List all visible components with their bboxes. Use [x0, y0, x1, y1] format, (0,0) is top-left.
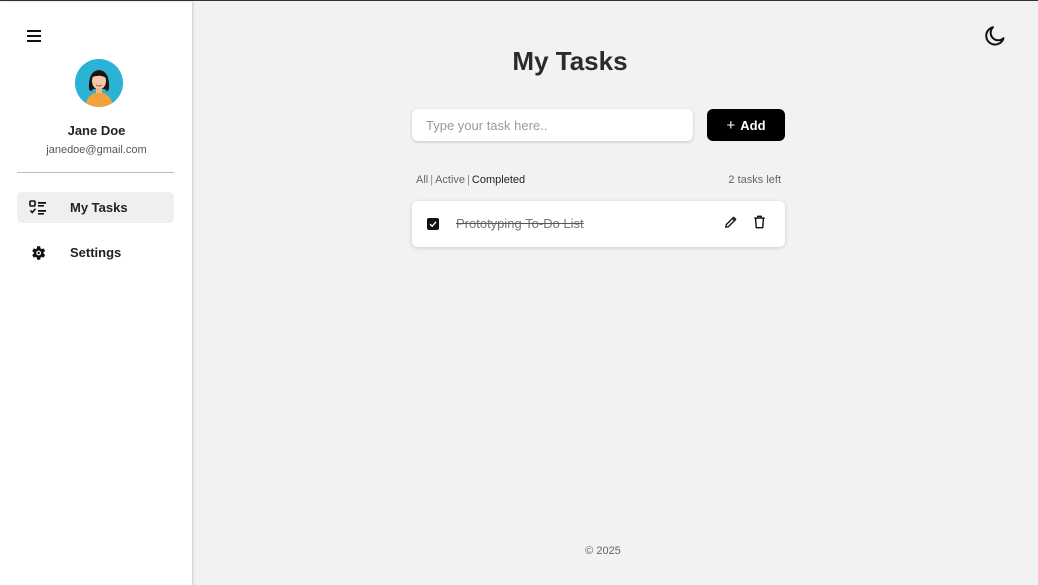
- add-task-button[interactable]: + Add: [707, 109, 785, 141]
- pencil-icon: [725, 216, 737, 228]
- task-text: Prototyping To-Do List: [456, 216, 584, 231]
- task-input[interactable]: [412, 109, 693, 141]
- plus-icon: +: [726, 116, 736, 134]
- sidebar-item-my-tasks[interactable]: My Tasks: [17, 192, 174, 223]
- checkmark-icon: [429, 221, 437, 228]
- hamburger-menu-button[interactable]: [24, 26, 44, 46]
- app-window: Jane Doe janedoe@gmail.com My Tasks Sett…: [0, 0, 1038, 585]
- trash-icon: [753, 215, 765, 229]
- add-button-label: Add: [740, 117, 766, 133]
- avatar: [75, 59, 123, 107]
- gear-icon: [28, 243, 48, 263]
- sidebar-item-label: My Tasks: [70, 200, 128, 215]
- theme-toggle-button[interactable]: [982, 23, 1008, 49]
- footer-copyright: © 2025: [585, 545, 621, 557]
- task-list-icon: [28, 198, 48, 218]
- user-email: janedoe@gmail.com: [46, 144, 147, 156]
- filter-all[interactable]: All: [416, 174, 428, 186]
- task-checkbox[interactable]: [427, 218, 439, 230]
- delete-task-button[interactable]: [751, 214, 767, 230]
- hamburger-icon: [27, 30, 41, 42]
- tasks-left-count: 2 tasks left: [728, 174, 781, 186]
- edit-task-button[interactable]: [723, 214, 739, 230]
- task-item: Prototyping To-Do List: [412, 201, 785, 247]
- user-name: Jane Doe: [67, 123, 126, 138]
- task-filters: All | Active | Completed: [416, 174, 526, 186]
- page-title: My Tasks: [512, 46, 628, 76]
- moon-icon: [985, 26, 1005, 46]
- sidebar-item-settings[interactable]: Settings: [17, 237, 174, 268]
- filter-active[interactable]: Active: [435, 174, 465, 186]
- sidebar: Jane Doe janedoe@gmail.com My Tasks Sett…: [0, 2, 193, 585]
- sidebar-divider: [17, 172, 174, 173]
- sidebar-item-label: Settings: [70, 245, 122, 260]
- filter-completed[interactable]: Completed: [472, 174, 525, 186]
